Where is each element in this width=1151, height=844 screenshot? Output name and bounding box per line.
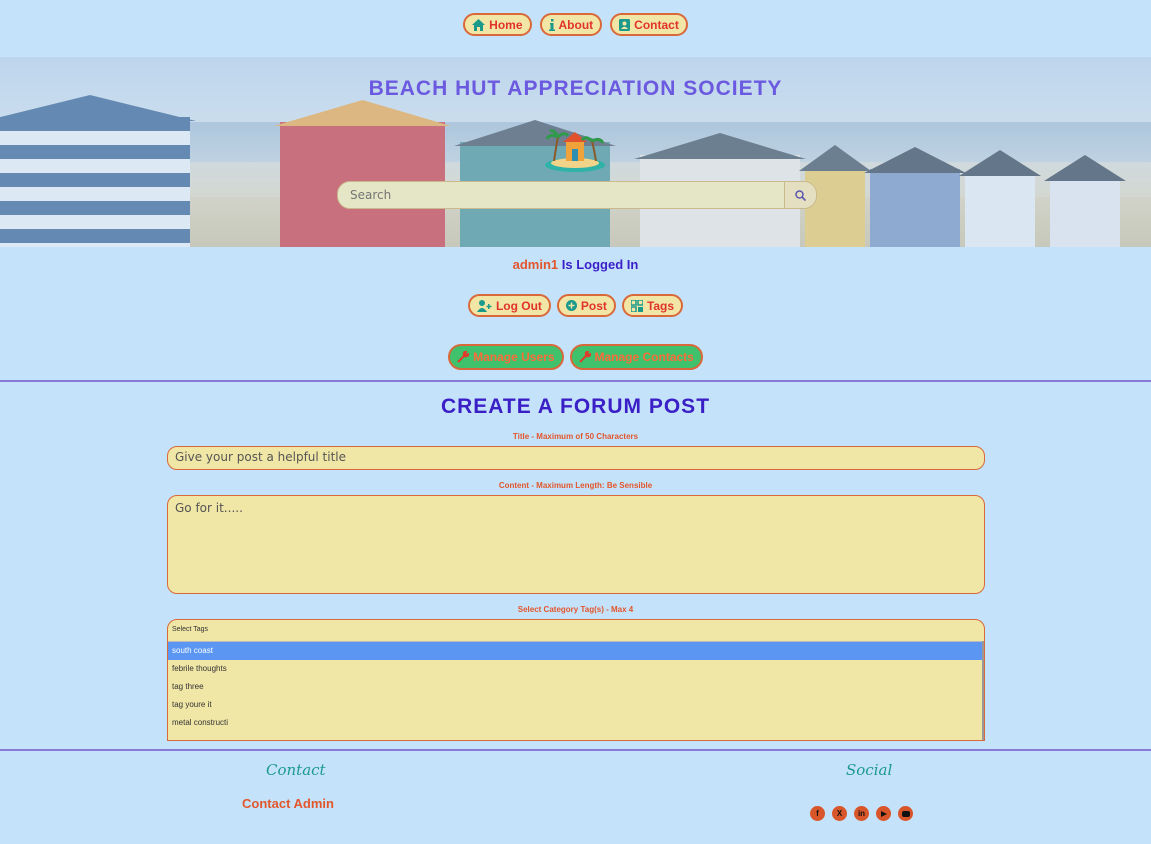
wrench-icon	[457, 351, 470, 363]
address-book-icon	[619, 18, 631, 31]
tags-select-label: Select Category Tag(s) - Max 4	[517, 605, 634, 614]
content-textarea[interactable]: Go for it.....	[167, 495, 985, 594]
login-status: admin1 Is Logged In	[0, 257, 1151, 272]
wrench-icon	[578, 351, 591, 363]
tags-select[interactable]: Select Tags south coast febrile thoughts…	[167, 619, 985, 741]
footer-divider	[0, 749, 1151, 751]
tags-select-placeholder: Select Tags	[172, 626, 209, 633]
x-icon[interactable]: X	[832, 806, 847, 821]
info-icon	[548, 18, 555, 31]
post-button[interactable]: Post	[556, 294, 616, 317]
tags-option-list: south coast febrile thoughts tag three t…	[168, 641, 982, 740]
hero-banner: BEACH HUT APPRECIATION SOCIETY	[0, 57, 1151, 247]
divider	[0, 380, 1151, 382]
search-input[interactable]	[338, 182, 784, 208]
user-actions: Log Out Post Tags	[0, 294, 1151, 317]
tags-button[interactable]: Tags	[621, 294, 684, 317]
nav-contact-button[interactable]: Contact	[610, 13, 688, 36]
nav-home-button[interactable]: Home	[463, 13, 532, 36]
logout-label: Log Out	[495, 298, 542, 313]
nav-about-label: About	[558, 17, 594, 32]
tag-option[interactable]: tag three	[168, 678, 982, 696]
tags-label: Tags	[646, 298, 675, 313]
manage-contacts-button[interactable]: Manage Contacts	[569, 344, 703, 370]
home-icon	[472, 18, 486, 31]
search-bar	[337, 181, 817, 209]
search-icon	[795, 186, 807, 205]
tag-option[interactable]: tag youre it	[168, 696, 982, 714]
tag-option[interactable]: metal constructi	[168, 714, 982, 732]
footer-contact-heading: Contact	[266, 761, 326, 779]
discord-icon[interactable]	[898, 806, 913, 821]
nav-home-label: Home	[489, 17, 523, 32]
linkedin-icon[interactable]: in	[854, 806, 869, 821]
title-label: Title - Maximum of 50 Characters	[512, 432, 639, 441]
manage-users-label: Manage Users	[473, 350, 555, 364]
plus-circle-icon	[565, 300, 577, 311]
tags-scrollbar[interactable]	[982, 641, 984, 740]
title-input[interactable]: Give your post a helpful title	[167, 446, 985, 470]
page-title: CREATE A FORUM POST	[440, 395, 711, 418]
contact-admin-link[interactable]: Contact Admin	[0, 796, 576, 811]
content-label: Content - Maximum Length: Be Sensible	[498, 481, 653, 490]
manage-users-button[interactable]: Manage Users	[448, 344, 564, 370]
site-logo	[544, 123, 606, 173]
youtube-icon[interactable]	[876, 806, 891, 821]
top-nav: Home About Contact	[0, 13, 1151, 36]
tags-icon	[630, 299, 643, 312]
tag-option[interactable]: south coast	[168, 642, 982, 660]
social-links: f X in	[810, 806, 913, 821]
site-title: BEACH HUT APPRECIATION SOCIETY	[368, 77, 783, 100]
tag-option[interactable]: febrile thoughts	[168, 660, 982, 678]
login-status-text: Is Logged In	[561, 257, 639, 272]
admin-actions: Manage Users Manage Contacts	[0, 344, 1151, 370]
user-plus-icon	[476, 299, 492, 312]
logout-button[interactable]: Log Out	[467, 294, 551, 317]
footer-social-heading: Social	[846, 761, 893, 779]
nav-about-button[interactable]: About	[539, 13, 603, 36]
manage-contacts-label: Manage Contacts	[594, 350, 694, 364]
facebook-icon[interactable]: f	[810, 806, 825, 821]
post-label: Post	[580, 298, 607, 313]
nav-contact-label: Contact	[634, 17, 679, 32]
search-button[interactable]	[784, 182, 816, 208]
username: admin1	[512, 257, 559, 272]
